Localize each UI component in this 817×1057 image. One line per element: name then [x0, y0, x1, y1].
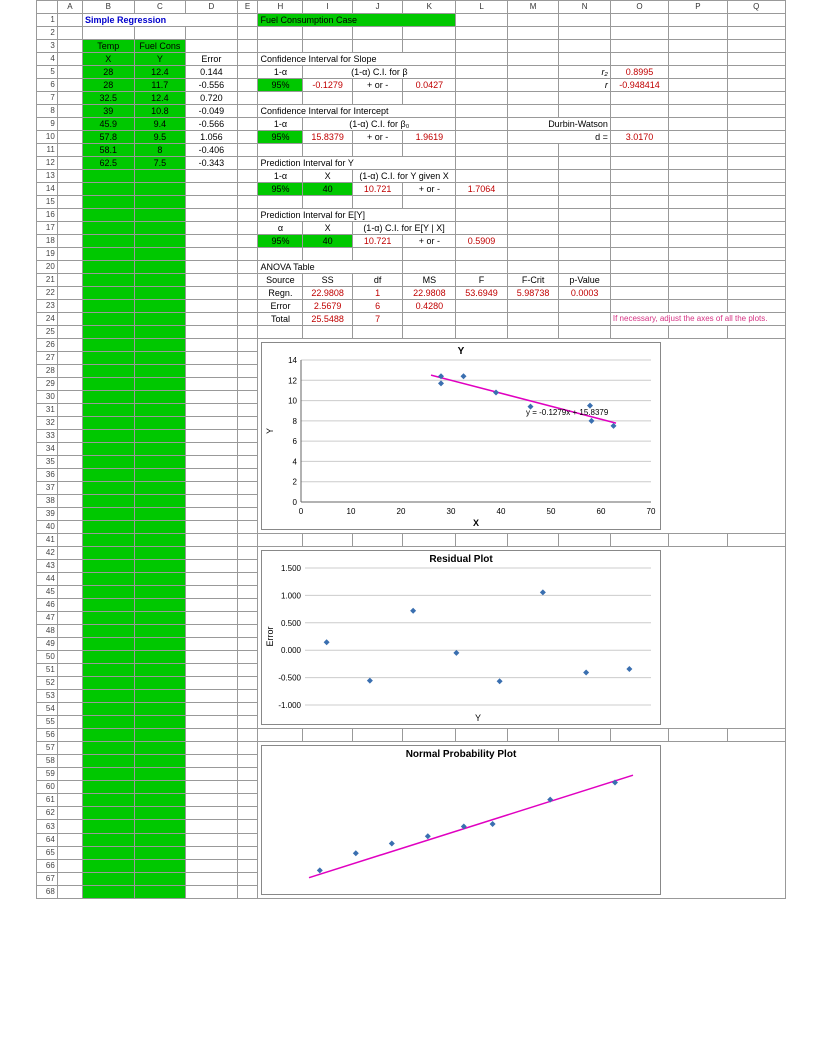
column-header: O	[610, 1, 668, 14]
svg-text:20: 20	[397, 507, 406, 516]
svg-text:1.000: 1.000	[281, 591, 302, 600]
svg-text:10: 10	[289, 397, 298, 406]
note-text: If necessary, adjust the axes of all the…	[610, 313, 785, 326]
svg-text:-0.500: -0.500	[279, 674, 302, 683]
pi-ey-title: Prediction Interval for E[Y]	[258, 209, 456, 222]
ci-intercept-title: Confidence Interval for Intercept	[258, 105, 456, 118]
ci-slope-title: Confidence Interval for Slope	[258, 53, 456, 66]
svg-text:y = -0.1279x + 15.8379: y = -0.1279x + 15.8379	[526, 408, 609, 417]
data-cell[interactable]: -0.566	[186, 118, 238, 131]
svg-text:Y: Y	[458, 346, 465, 357]
column-header: N	[559, 1, 611, 14]
data-cell[interactable]: 62.5	[83, 157, 135, 170]
data-cell[interactable]: 28	[83, 66, 135, 79]
svg-text:0: 0	[299, 507, 304, 516]
pi-y-title: Prediction Interval for Y	[258, 157, 456, 170]
svg-text:Normal Probability Plot: Normal Probability Plot	[406, 749, 517, 760]
dw-value: 3.0170	[610, 131, 668, 144]
svg-text:0.500: 0.500	[281, 619, 302, 628]
column-header: E	[237, 1, 258, 14]
data-cell[interactable]: 39	[83, 105, 135, 118]
column-header: M	[507, 1, 559, 14]
normal-probability-plot: Normal Probability Plot	[258, 742, 786, 899]
column-header: H	[258, 1, 303, 14]
svg-text:1.500: 1.500	[281, 564, 302, 573]
data-cell[interactable]: 45.9	[83, 118, 135, 131]
column-header: J	[352, 1, 403, 14]
data-cell[interactable]: 28	[83, 79, 135, 92]
col-header-fuel: Fuel Cons	[134, 40, 186, 53]
page-title: Simple Regression	[83, 14, 238, 27]
r2-value: 0.8995	[610, 66, 668, 79]
data-cell[interactable]: 1.056	[186, 131, 238, 144]
svg-text:12: 12	[289, 376, 298, 385]
column-header: D	[186, 1, 238, 14]
svg-text:Residual Plot: Residual Plot	[430, 554, 494, 565]
svg-text:0.000: 0.000	[281, 646, 302, 655]
data-cell[interactable]: 9.5	[134, 131, 186, 144]
data-cell[interactable]: 0.144	[186, 66, 238, 79]
svg-text:10: 10	[347, 507, 356, 516]
data-cell[interactable]: 12.4	[134, 66, 186, 79]
data-cell[interactable]: 32.5	[83, 92, 135, 105]
column-header: L	[456, 1, 508, 14]
data-cell[interactable]: -0.406	[186, 144, 238, 157]
svg-text:50: 50	[547, 507, 556, 516]
svg-text:-1.000: -1.000	[279, 701, 302, 710]
svg-text:8: 8	[293, 417, 298, 426]
spreadsheet-grid: ABCDEHIJKLMNOPQ 1Simple RegressionFuel C…	[36, 0, 786, 899]
svg-text:30: 30	[447, 507, 456, 516]
data-cell[interactable]: -0.556	[186, 79, 238, 92]
data-cell[interactable]: 7.5	[134, 157, 186, 170]
data-cell[interactable]: 9.4	[134, 118, 186, 131]
svg-text:2: 2	[293, 478, 298, 487]
data-cell[interactable]: 58.1	[83, 144, 135, 157]
residual-plot: Residual Plot -1.000 -0.500 0.000 0.500 1.000…	[258, 547, 786, 729]
data-cell[interactable]: 12.4	[134, 92, 186, 105]
svg-text:70: 70	[647, 507, 656, 516]
svg-text:X: X	[473, 518, 479, 528]
data-cell[interactable]: 0.720	[186, 92, 238, 105]
case-label: Fuel Consumption Case	[258, 14, 456, 27]
svg-text:14: 14	[289, 356, 298, 365]
svg-text:0: 0	[293, 498, 298, 507]
data-cell[interactable]: 11.7	[134, 79, 186, 92]
scatter-chart-y: Y 0 2 4 6 8 10 12 14 0 10 20 30 40 50 60 70 Y Xy = -0.1279…	[258, 339, 786, 534]
anova-title: ANOVA Table	[258, 261, 403, 274]
col-header-temp: Temp	[83, 40, 135, 53]
column-header: A	[57, 1, 82, 14]
data-cell[interactable]: -0.049	[186, 105, 238, 118]
data-cell[interactable]: 57.8	[83, 131, 135, 144]
r-value: -0.948414	[610, 79, 668, 92]
column-header: Q	[727, 1, 785, 14]
svg-text:Error: Error	[265, 626, 275, 646]
column-header: K	[403, 1, 456, 14]
svg-text:Y: Y	[265, 428, 275, 434]
svg-text:40: 40	[497, 507, 506, 516]
svg-text:60: 60	[597, 507, 606, 516]
data-cell[interactable]: 10.8	[134, 105, 186, 118]
column-header: C	[134, 1, 186, 14]
svg-text:6: 6	[293, 437, 298, 446]
column-header: B	[83, 1, 135, 14]
svg-text:4: 4	[293, 457, 298, 466]
data-cell[interactable]: 8	[134, 144, 186, 157]
svg-text:Y: Y	[475, 713, 481, 723]
data-cell[interactable]: -0.343	[186, 157, 238, 170]
column-header: I	[303, 1, 352, 14]
column-header: P	[669, 1, 727, 14]
